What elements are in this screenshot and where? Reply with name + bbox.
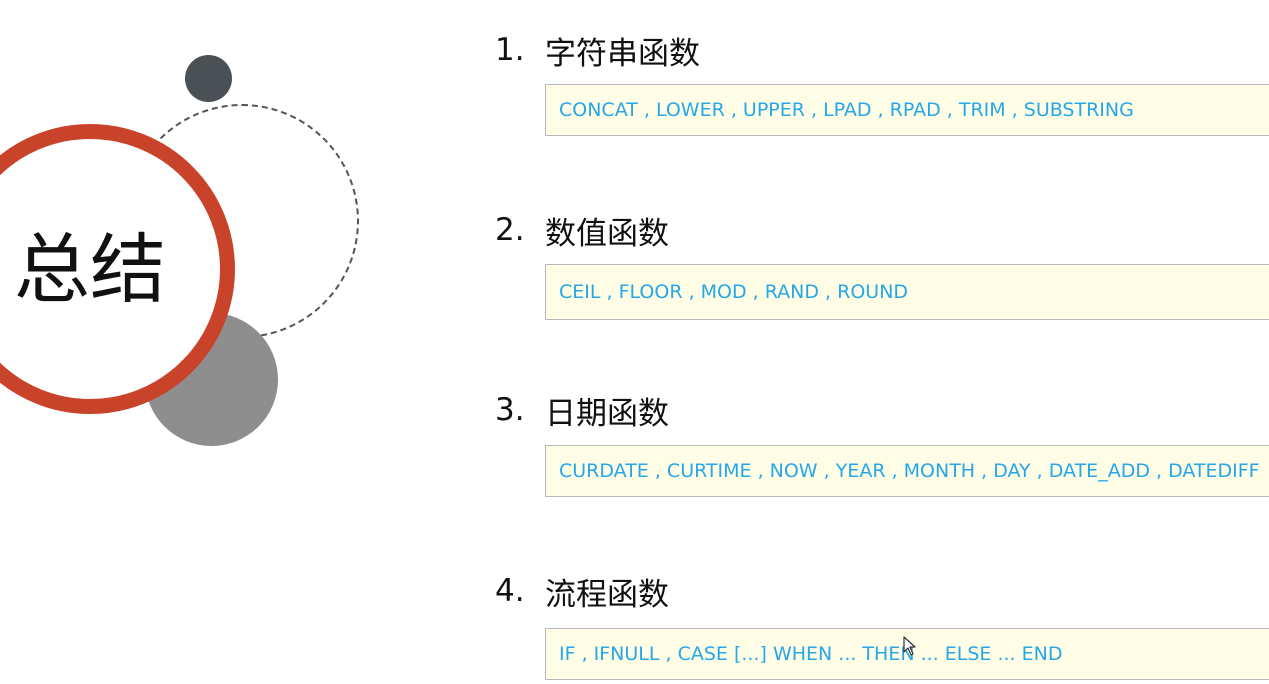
section-heading: 1. 字符串函数: [495, 30, 1269, 72]
section-number: 4.: [495, 573, 525, 609]
mouse-pointer-icon: [903, 636, 916, 656]
section-string-functions: 1. 字符串函数 CONCAT , LOWER , UPPER , LPAD ,…: [495, 30, 1269, 136]
section-number: 3.: [495, 392, 525, 428]
section-number: 2.: [495, 212, 525, 248]
section-number: 1.: [495, 32, 525, 68]
section-numeric-functions: 2. 数值函数 CEIL , FLOOR , MOD , RAND , ROUN…: [495, 210, 1269, 320]
function-list-box: CURDATE , CURTIME , NOW , YEAR , MONTH ,…: [545, 445, 1269, 497]
section-title: 数值函数: [545, 215, 669, 252]
section-title: 流程函数: [545, 576, 669, 613]
section-heading: 3. 日期函数: [495, 390, 1269, 432]
dark-dot-decoration: [185, 55, 232, 102]
section-heading: 4. 流程函数: [495, 571, 1269, 613]
section-date-functions: 3. 日期函数 CURDATE , CURTIME , NOW , YEAR ,…: [495, 390, 1269, 497]
section-flow-functions: 4. 流程函数 IF , IFNULL , CASE [...] WHEN ..…: [495, 571, 1269, 680]
section-title: 日期函数: [545, 395, 669, 432]
summary-title: 总结: [14, 225, 166, 314]
function-list-box: CONCAT , LOWER , UPPER , LPAD , RPAD , T…: [545, 84, 1269, 136]
section-title: 字符串函数: [545, 35, 700, 72]
section-heading: 2. 数值函数: [495, 210, 1269, 252]
function-list-box: CEIL , FLOOR , MOD , RAND , ROUND: [545, 264, 1269, 320]
slide: 总结 1. 字符串函数 CONCAT , LOWER , UPPER , LPA…: [0, 0, 1269, 684]
